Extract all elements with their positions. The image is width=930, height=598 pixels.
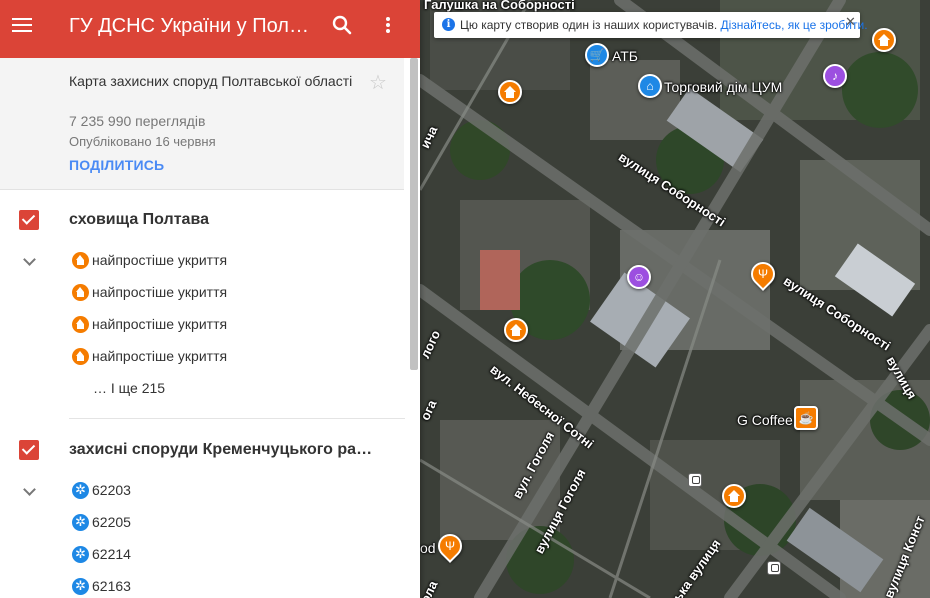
header-bar: ГУ ДСНС України у Полтавській області (0, 0, 420, 58)
poi-label-tsum[interactable]: Торговий дім ЦУМ (664, 79, 782, 95)
shelter-marker-icon[interactable] (722, 484, 746, 508)
cafe-icon[interactable]: ☕ (794, 406, 818, 430)
more-vert-icon[interactable] (378, 13, 398, 37)
list-item-label: найпростіше укриття (92, 284, 228, 300)
shelter-marker-icon[interactable] (504, 318, 528, 342)
poi-label-food[interactable]: od (420, 540, 436, 556)
shelter-icon (72, 348, 89, 365)
poi-label-atb[interactable]: АТБ (612, 48, 638, 64)
list-item-label: 62163 (92, 578, 131, 594)
layer-divider (69, 418, 405, 419)
search-icon[interactable] (330, 13, 354, 37)
bus-stop-icon[interactable] (767, 561, 781, 575)
shelter-fan-icon (72, 513, 89, 531)
user-map-notice: i Цю карту створив один із наших користу… (434, 12, 868, 38)
star-icon[interactable]: ☆ (369, 73, 387, 93)
shopping-bag-icon[interactable]: ⌂ (638, 74, 662, 98)
layer-1-checkbox[interactable] (19, 210, 39, 230)
satellite-map[interactable]: Галушка на Соборності вулиця Соборності … (420, 0, 930, 598)
shelter-icon (72, 284, 89, 301)
show-more-link[interactable]: … І ще 215 (93, 380, 165, 396)
published-date: Опубліковано 16 червня (69, 134, 216, 149)
panel-scrollbar[interactable] (410, 58, 418, 370)
shelter-fan-icon (72, 545, 89, 563)
close-icon[interactable]: ✕ (845, 14, 856, 30)
shelter-marker-icon[interactable] (498, 80, 522, 104)
app-title: ГУ ДСНС України у Полтавській області (69, 15, 317, 37)
shelter-marker-icon[interactable] (872, 28, 896, 52)
street-label: Галушка на Соборності (424, 0, 575, 12)
shelter-fan-icon (72, 577, 89, 595)
list-item-label: 62214 (92, 546, 131, 562)
list-item-label: 62203 (92, 482, 131, 498)
shelter-icon (72, 252, 89, 269)
notice-text: Цю карту створив один із наших користува… (460, 18, 718, 32)
theater-icon[interactable]: ☺ (627, 265, 651, 289)
map-title: Карта захисних споруд Полтавської област… (69, 73, 353, 89)
menu-icon[interactable] (10, 13, 34, 37)
shopping-cart-icon[interactable]: 🛒 (585, 43, 609, 67)
share-button[interactable]: ПОДІЛИТИСЬ (69, 157, 164, 173)
bus-stop-icon[interactable] (688, 473, 702, 487)
shelter-fan-icon (72, 481, 89, 499)
list-item-label: найпростіше укриття (92, 316, 228, 332)
chevron-down-icon[interactable] (22, 254, 36, 268)
music-note-icon[interactable]: ♪ (823, 64, 847, 88)
list-item-label: найпростіше укриття (92, 252, 228, 268)
chevron-down-icon[interactable] (22, 484, 36, 498)
map-info-card: Карта захисних споруд Полтавської област… (0, 58, 404, 190)
info-icon: i (442, 18, 455, 31)
layer-2-title[interactable]: захисні споруди Кременчуцького району (69, 441, 379, 459)
layer-1-title[interactable]: сховища Полтава (69, 211, 379, 229)
view-count: 7 235 990 переглядів (69, 113, 206, 129)
shelter-icon (72, 316, 89, 333)
layer-2-checkbox[interactable] (19, 440, 39, 460)
list-item-label: 62205 (92, 514, 131, 530)
list-item-label: найпростіше укриття (92, 348, 228, 364)
poi-label-gcoffee[interactable]: G Coffee (737, 412, 793, 428)
side-panel: ГУ ДСНС України у Полтавській області Ка… (0, 0, 420, 598)
